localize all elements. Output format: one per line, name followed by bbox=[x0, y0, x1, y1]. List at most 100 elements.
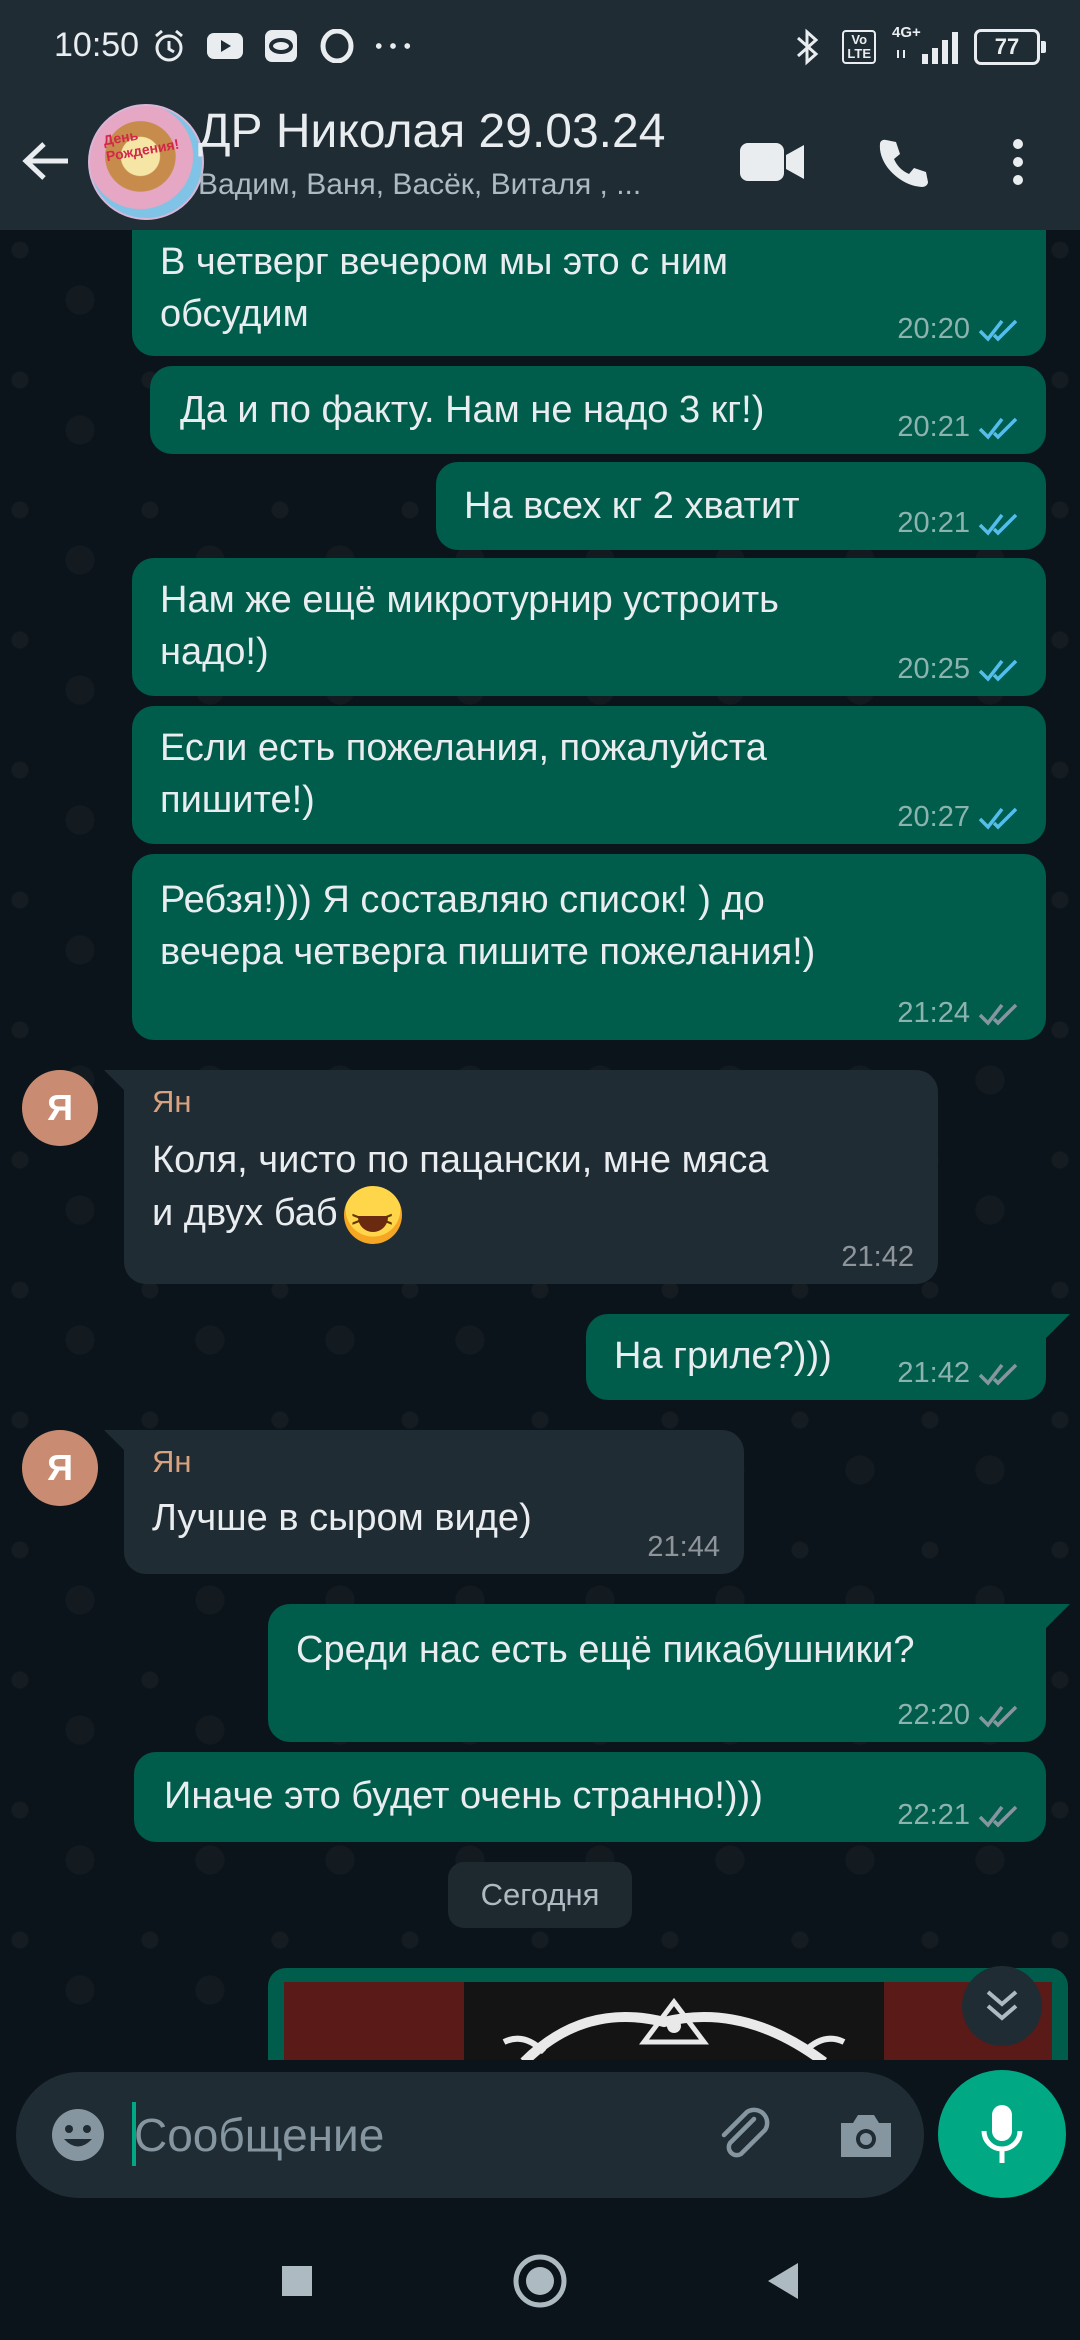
youtube-icon bbox=[206, 27, 244, 65]
chat-participants[interactable]: Вадим, Ваня, Васёк, Виталя , ... bbox=[198, 168, 641, 202]
message-text: Ребзя!))) Я составляю список! ) до вечер… bbox=[160, 879, 816, 973]
status-time: 10:50 bbox=[54, 26, 140, 64]
message-bubble[interactable]: Если есть пожелания, пожалуйста пишите!)… bbox=[132, 706, 1046, 844]
date-separator: Сегодня bbox=[448, 1862, 632, 1928]
message-bubble[interactable]: Ян Лучше в сыром виде) 21:44 bbox=[124, 1430, 744, 1574]
voice-message-button[interactable] bbox=[938, 2070, 1066, 2198]
video-camera-icon bbox=[740, 143, 804, 181]
message-time: 21:42 bbox=[897, 1357, 970, 1389]
home-button[interactable] bbox=[505, 2246, 575, 2316]
camera-icon bbox=[841, 2115, 891, 2157]
message-bubble[interactable]: Среди нас есть ещё пикабушники? 22:20 bbox=[268, 1604, 1046, 1742]
app-icon bbox=[262, 27, 300, 65]
recents-button[interactable] bbox=[262, 2246, 332, 2316]
alarm-icon bbox=[150, 27, 188, 65]
paperclip-icon bbox=[721, 2107, 770, 2158]
read-receipt-icon bbox=[978, 513, 1018, 536]
composer-bar bbox=[0, 2060, 1080, 2220]
back-nav-button[interactable] bbox=[748, 2246, 818, 2316]
message-bubble[interactable]: На гриле?))) 21:42 bbox=[586, 1314, 1046, 1400]
read-receipt-icon bbox=[978, 659, 1018, 682]
image-artwork bbox=[464, 1982, 884, 2060]
video-call-button[interactable] bbox=[732, 122, 812, 202]
status-bar: 10:50 Vo LTE 4G+ 77 bbox=[0, 0, 1080, 92]
circle-icon bbox=[513, 2254, 567, 2308]
message-time: 20:27 bbox=[897, 801, 970, 833]
double-chevron-down-icon bbox=[986, 1990, 1018, 2021]
message-bubble[interactable]: Да и по факту. Нам не надо 3 кг!) 20:21 bbox=[150, 366, 1046, 454]
network-label: 4G+ bbox=[892, 24, 921, 41]
sender-name: Ян bbox=[152, 1084, 192, 1119]
chat-area[interactable]: В четверг вечером мы это с ним обсудим 2… bbox=[0, 230, 1080, 2060]
group-avatar[interactable]: День Рождения! bbox=[88, 104, 204, 220]
message-text: Нам же ещё микротурнир устроить надо!) bbox=[160, 579, 779, 673]
read-receipt-icon bbox=[978, 807, 1018, 830]
bluetooth-icon bbox=[788, 28, 826, 66]
volte-icon: Vo LTE bbox=[842, 30, 876, 64]
message-text: Если есть пожелания, пожалуйста пишите!) bbox=[160, 727, 767, 821]
grinning-squinting-emoji-icon bbox=[343, 1186, 402, 1246]
message-bubble[interactable]: Ребзя!))) Я составляю список! ) до вечер… bbox=[132, 854, 1046, 1040]
read-receipt-icon bbox=[978, 319, 1018, 342]
triangle-back-icon bbox=[768, 2263, 798, 2299]
read-receipt-icon bbox=[978, 417, 1018, 440]
image-message[interactable] bbox=[268, 1968, 1068, 2060]
emoji-button[interactable] bbox=[40, 2097, 116, 2173]
message-time: 20:20 bbox=[897, 313, 970, 345]
status-right-icons: Vo LTE 4G+ 77 bbox=[788, 22, 1046, 72]
message-text: В четверг вечером мы это с ним обсудим bbox=[160, 241, 729, 335]
avatar-caption: День Рождения! bbox=[101, 126, 181, 165]
microphone-icon bbox=[981, 2105, 1023, 2163]
attach-button[interactable] bbox=[706, 2097, 782, 2173]
delivered-receipt-icon bbox=[978, 1705, 1018, 1728]
scroll-to-bottom-button[interactable] bbox=[962, 1966, 1042, 2046]
message-text-wrap: Коля, чисто по пацански, мне мяса и двух… bbox=[152, 1134, 912, 1246]
delivered-receipt-icon bbox=[978, 1363, 1018, 1386]
opera-icon bbox=[318, 27, 356, 65]
sender-avatar[interactable]: Я bbox=[22, 1430, 98, 1506]
message-bubble[interactable]: Иначе это будет очень странно!))) 22:21 bbox=[134, 1752, 1046, 1842]
message-time: 20:25 bbox=[897, 653, 970, 685]
delivered-receipt-icon bbox=[978, 1805, 1018, 1828]
more-dots-icon bbox=[374, 27, 412, 65]
message-text: На всех кг 2 хватит bbox=[464, 485, 800, 527]
more-vertical-icon bbox=[1013, 139, 1023, 185]
image-thumbnail[interactable] bbox=[284, 1982, 1052, 2060]
message-composer[interactable] bbox=[16, 2072, 924, 2198]
message-text: Иначе это будет очень странно!))) bbox=[164, 1775, 763, 1817]
message-text: Лучше в сыром виде) bbox=[152, 1497, 532, 1539]
phone-icon bbox=[879, 139, 928, 187]
message-text: Да и по факту. Нам не надо 3 кг!) bbox=[180, 389, 765, 431]
voice-call-button[interactable] bbox=[862, 122, 942, 202]
delivered-receipt-icon bbox=[978, 1003, 1018, 1026]
system-navigation-bar bbox=[0, 2220, 1080, 2340]
message-bubble[interactable]: На всех кг 2 хватит 20:21 bbox=[436, 462, 1046, 550]
bubble-tail bbox=[1046, 1314, 1070, 1338]
message-time: 20:21 bbox=[897, 411, 970, 443]
message-time: 21:44 bbox=[647, 1531, 720, 1563]
square-icon bbox=[282, 2266, 312, 2296]
sender-name: Ян bbox=[152, 1444, 192, 1479]
message-text: На гриле?))) bbox=[614, 1335, 832, 1377]
message-bubble[interactable]: Ян Коля, чисто по пацански, мне мяса и д… bbox=[124, 1070, 938, 1284]
message-time: 21:42 bbox=[841, 1241, 914, 1273]
bubble-tail bbox=[1046, 1604, 1070, 1628]
chat-title[interactable]: ДР Николая 29.03.24 bbox=[198, 104, 665, 159]
message-time: 22:20 bbox=[897, 1699, 970, 1731]
signal-4g-icon: 4G+ bbox=[892, 24, 958, 66]
status-left-icons bbox=[150, 24, 412, 68]
camera-button[interactable] bbox=[828, 2097, 904, 2173]
message-text: Среди нас есть ещё пикабушники? bbox=[296, 1629, 915, 1671]
message-text: Коля, чисто по пацански, мне мяса и двух… bbox=[152, 1139, 769, 1235]
message-bubble[interactable]: В четверг вечером мы это с ним обсудим 2… bbox=[132, 230, 1046, 356]
smiley-icon bbox=[52, 2109, 104, 2161]
message-time: 22:21 bbox=[897, 1799, 970, 1831]
sender-avatar[interactable]: Я bbox=[22, 1070, 98, 1146]
menu-button[interactable] bbox=[978, 122, 1058, 202]
battery-indicator: 77 bbox=[974, 29, 1046, 65]
back-button[interactable] bbox=[18, 136, 74, 186]
message-input[interactable] bbox=[134, 2096, 694, 2174]
chat-header: День Рождения! ДР Николая 29.03.24 Вадим… bbox=[0, 92, 1080, 230]
message-time: 20:21 bbox=[897, 507, 970, 539]
message-bubble[interactable]: Нам же ещё микротурнир устроить надо!) 2… bbox=[132, 558, 1046, 696]
